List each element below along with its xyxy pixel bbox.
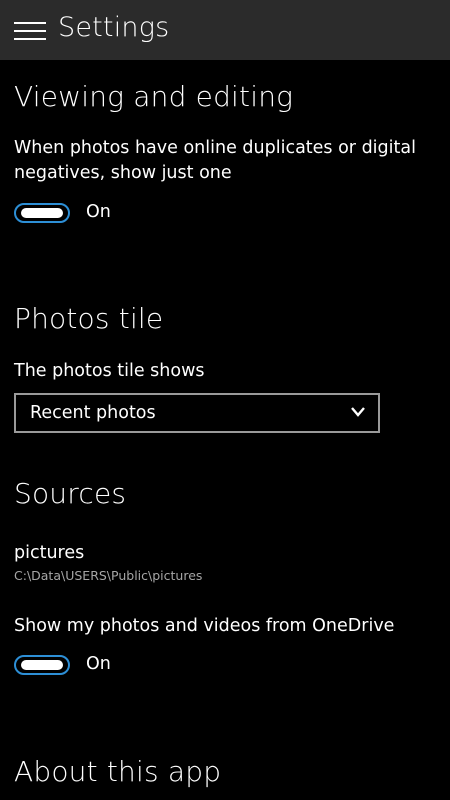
section-heading-photos-tile: Photos tile xyxy=(14,302,164,335)
source-folder-path: C:\Data\USERS\Public\pictures xyxy=(14,568,203,583)
page-title: Settings xyxy=(58,12,170,43)
settings-page: Settings Viewing and editing When photos… xyxy=(0,0,450,800)
photos-tile-label: The photos tile shows xyxy=(14,361,205,381)
toggle-thumb xyxy=(21,660,63,670)
section-heading-about: About this app xyxy=(14,755,222,788)
duplicates-toggle[interactable] xyxy=(14,203,70,223)
section-heading-sources: Sources xyxy=(14,477,127,510)
dropdown-selected-value: Recent photos xyxy=(30,403,156,423)
toggle-thumb xyxy=(21,208,63,218)
duplicates-description-line2: negatives, show just one xyxy=(14,163,232,183)
onedrive-toggle[interactable] xyxy=(14,655,70,675)
hamburger-menu-icon[interactable] xyxy=(14,20,46,40)
onedrive-label: Show my photos and videos from OneDrive xyxy=(14,616,395,636)
photos-tile-dropdown[interactable]: Recent photos xyxy=(14,393,380,433)
onedrive-toggle-label: On xyxy=(86,654,111,674)
chevron-down-icon xyxy=(351,407,365,417)
duplicates-toggle-label: On xyxy=(86,202,111,222)
top-bar: Settings xyxy=(0,0,450,60)
section-heading-viewing-editing: Viewing and editing xyxy=(14,80,294,113)
duplicates-description-line1: When photos have online duplicates or di… xyxy=(14,138,416,158)
source-folder-name[interactable]: pictures xyxy=(14,541,84,566)
